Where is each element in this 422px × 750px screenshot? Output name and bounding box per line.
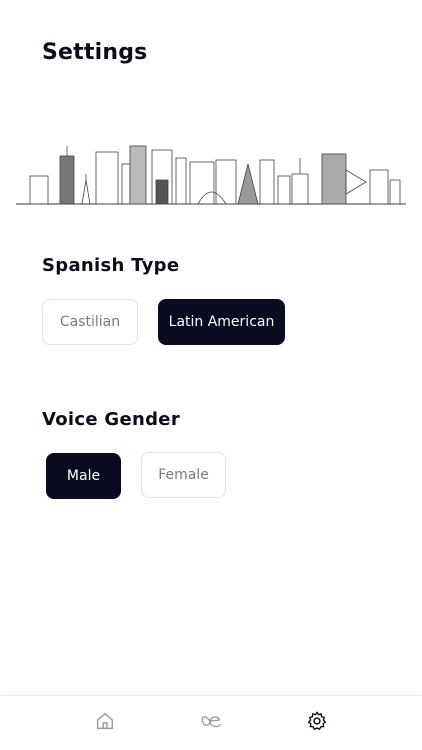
city-skyline-illustration — [16, 145, 406, 205]
tab-home[interactable] — [92, 708, 118, 734]
ligature-ae-icon — [201, 716, 221, 728]
voice-gender-title: Voice Gender — [42, 409, 180, 430]
latin-american-option[interactable]: Latin American — [158, 299, 285, 345]
castilian-option[interactable]: Castilian — [42, 299, 138, 345]
female-option[interactable]: Female — [141, 452, 226, 498]
home-icon — [96, 712, 114, 730]
gear-icon — [307, 711, 327, 730]
page-title: Settings — [42, 40, 148, 65]
bottom-tab-bar — [0, 695, 422, 750]
tab-settings[interactable] — [304, 708, 330, 734]
male-option[interactable]: Male — [46, 453, 121, 499]
tab-learn[interactable] — [198, 708, 224, 734]
spanish-type-title: Spanish Type — [42, 255, 180, 276]
